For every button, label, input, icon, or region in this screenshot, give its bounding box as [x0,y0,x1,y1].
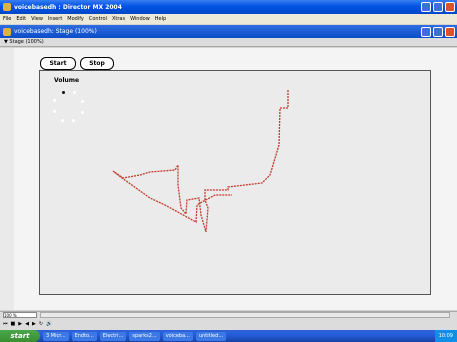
playback-controls: ⏮ ■ ▶ ◀ ▶ ↻ 🔊 [3,320,52,328]
windows-taskbar: start 3 Micr... Endto... Electri... spar… [0,330,457,342]
taskbar-item-label: 3 Micr... [46,333,66,339]
rewind-icon[interactable]: ⏮ [3,321,8,327]
taskbar-item-label: sparks2... [132,333,157,339]
taskbar-item-label: voiceba... [165,333,190,339]
stop-icon[interactable]: ■ [11,321,16,327]
play-icon[interactable]: ▶ [18,321,22,327]
start-menu-label: start [10,332,30,340]
step-back-icon[interactable]: ◀ [25,321,29,327]
zoom-field[interactable]: 100 % [3,312,37,318]
taskbar-item[interactable]: Electri... [99,331,127,341]
taskbar-item-label: Electri... [102,333,124,339]
drawn-stroke [112,90,289,233]
zoom-value: 100 % [4,313,17,318]
taskbar-item[interactable]: 3 Micr... [43,331,69,341]
clock: 10:09 [438,333,453,339]
taskbar-item[interactable]: untitled... [195,331,227,341]
horizontal-scrollbar[interactable] [40,312,450,318]
taskbar-item[interactable]: Endto... [71,331,97,341]
taskbar-item-label: Endto... [74,333,94,339]
system-tray: 10:09 [434,330,457,342]
taskbar-item[interactable]: voiceba... [162,331,193,341]
loop-icon[interactable]: ↻ [39,321,43,327]
taskbar-item-label: untitled... [198,333,224,339]
taskbar-item[interactable]: sparks2... [129,331,160,341]
start-menu-button[interactable]: start [0,330,40,342]
voice-drawn-path [112,90,289,233]
volume-icon[interactable]: 🔊 [46,321,52,327]
step-forward-icon[interactable]: ▶ [32,321,36,327]
